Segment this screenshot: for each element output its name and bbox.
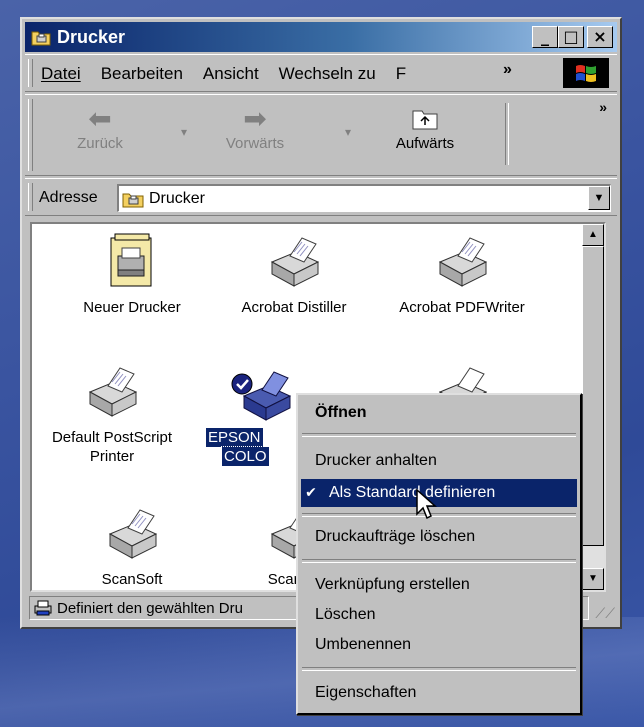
menubar-overflow-chevron[interactable]: » (503, 61, 512, 79)
checkmark-icon: ✔ (305, 485, 317, 501)
printer-icon (438, 237, 488, 287)
menubar-grip[interactable] (28, 59, 33, 87)
scroll-thumb[interactable] (582, 246, 604, 546)
menu-wechseln-zu[interactable]: Wechseln zu (279, 64, 376, 84)
addressbar-grip[interactable] (28, 183, 33, 211)
menu-item-loeschen[interactable]: Löschen (301, 601, 577, 629)
menu-item-verknuepfung-erstellen[interactable]: Verknüpfung erstellen (301, 571, 577, 599)
folder-up-icon (412, 110, 438, 130)
vertical-scrollbar[interactable]: ▲ ▼ (582, 224, 604, 590)
forward-dropdown-arrow[interactable]: ▾ (345, 125, 351, 139)
menu-separator (302, 559, 576, 563)
toolbar-overflow-chevron[interactable]: » (599, 99, 607, 115)
printers-folder-icon (122, 193, 144, 207)
add-printer-icon (110, 233, 152, 287)
mouse-pointer-icon (416, 488, 437, 520)
back-button[interactable]: ⬅ Zurück (65, 103, 135, 152)
printer-icon (88, 367, 138, 417)
size-grip[interactable]: ⟋⟋ (595, 605, 615, 622)
address-bar: Adresse Drucker ▼ (25, 178, 617, 216)
scroll-up-button[interactable]: ▲ (582, 224, 604, 246)
printer-icon (108, 509, 158, 559)
scroll-down-button[interactable]: ▼ (582, 568, 604, 590)
printer-label: Neuer Drucker (83, 299, 181, 316)
printer-item[interactable]: Acrobat Distiller (214, 232, 374, 317)
windows-logo-icon (563, 58, 609, 88)
menu-item-drucker-anhalten[interactable]: Drucker anhalten (301, 447, 577, 475)
menu-bar: Datei Bearbeiten Ansicht Wechseln zu F » (25, 54, 617, 92)
minimize-button[interactable]: _ (532, 26, 558, 48)
address-dropdown-button[interactable]: ▼ (588, 186, 610, 210)
printer-label: Acrobat Distiller (241, 299, 347, 316)
window-title: Drucker (57, 26, 126, 47)
close-button[interactable]: × (587, 26, 613, 48)
menu-separator (302, 433, 576, 437)
printer-label: ScanSoft (101, 571, 163, 588)
printer-label: Acrobat PDFWriter (399, 299, 525, 316)
printer-item[interactable]: Default PostScript Printer (32, 362, 192, 466)
printer-label: Default PostScript Printer (51, 429, 173, 465)
printer-status-icon (34, 600, 52, 616)
forward-label: Vorwärts (225, 135, 285, 152)
toolbar-separator (505, 103, 509, 165)
address-value: Drucker (149, 189, 206, 207)
printer-icon (270, 237, 320, 287)
menu-item-oeffnen[interactable]: Öffnen (301, 399, 577, 427)
printers-folder-icon (31, 31, 51, 46)
up-label: Aufwärts (395, 135, 455, 152)
back-arrow-icon: ⬅ (88, 103, 112, 134)
forward-button[interactable]: ➡ Vorwärts (215, 103, 295, 152)
menu-datei[interactable]: Datei (41, 64, 81, 84)
printer-item[interactable]: ScanSoft (52, 504, 212, 589)
menu-bearbeiten[interactable]: Bearbeiten (101, 64, 183, 84)
status-text: Definiert den gewählten Dru (57, 599, 243, 617)
menu-item-druckauftraege-loeschen[interactable]: Druckaufträge löschen (301, 523, 577, 551)
up-button[interactable]: Aufwärts (375, 103, 475, 152)
menu-ansicht[interactable]: Ansicht (203, 64, 259, 84)
title-bar[interactable]: Drucker _ □ × (25, 22, 617, 52)
back-dropdown-arrow[interactable]: ▾ (181, 125, 187, 139)
menu-item-umbenennen[interactable]: Umbenennen (301, 631, 577, 659)
toolbar-grip[interactable] (28, 99, 33, 171)
default-printer-icon (231, 371, 292, 421)
menu-separator (302, 667, 576, 671)
printer-label: EPSON (205, 427, 264, 448)
context-menu: Öffnen Drucker anhalten ✔ Als Standard d… (296, 393, 582, 715)
printer-item[interactable]: Neuer Drucker (52, 232, 212, 317)
address-input[interactable]: Drucker ▼ (117, 184, 611, 212)
forward-arrow-icon: ➡ (243, 103, 267, 134)
address-label: Adresse (39, 189, 98, 206)
menu-favoriten[interactable]: F (396, 64, 406, 84)
menu-item-eigenschaften[interactable]: Eigenschaften (301, 679, 577, 707)
printer-item[interactable]: Acrobat PDFWriter (382, 232, 542, 317)
printer-label-line2: COLO (221, 446, 270, 467)
standard-toolbar: ⬅ Zurück ▾ ➡ Vorwärts ▾ Aufwärts » (25, 94, 617, 176)
back-label: Zurück (77, 135, 123, 152)
maximize-button[interactable]: □ (558, 26, 584, 48)
